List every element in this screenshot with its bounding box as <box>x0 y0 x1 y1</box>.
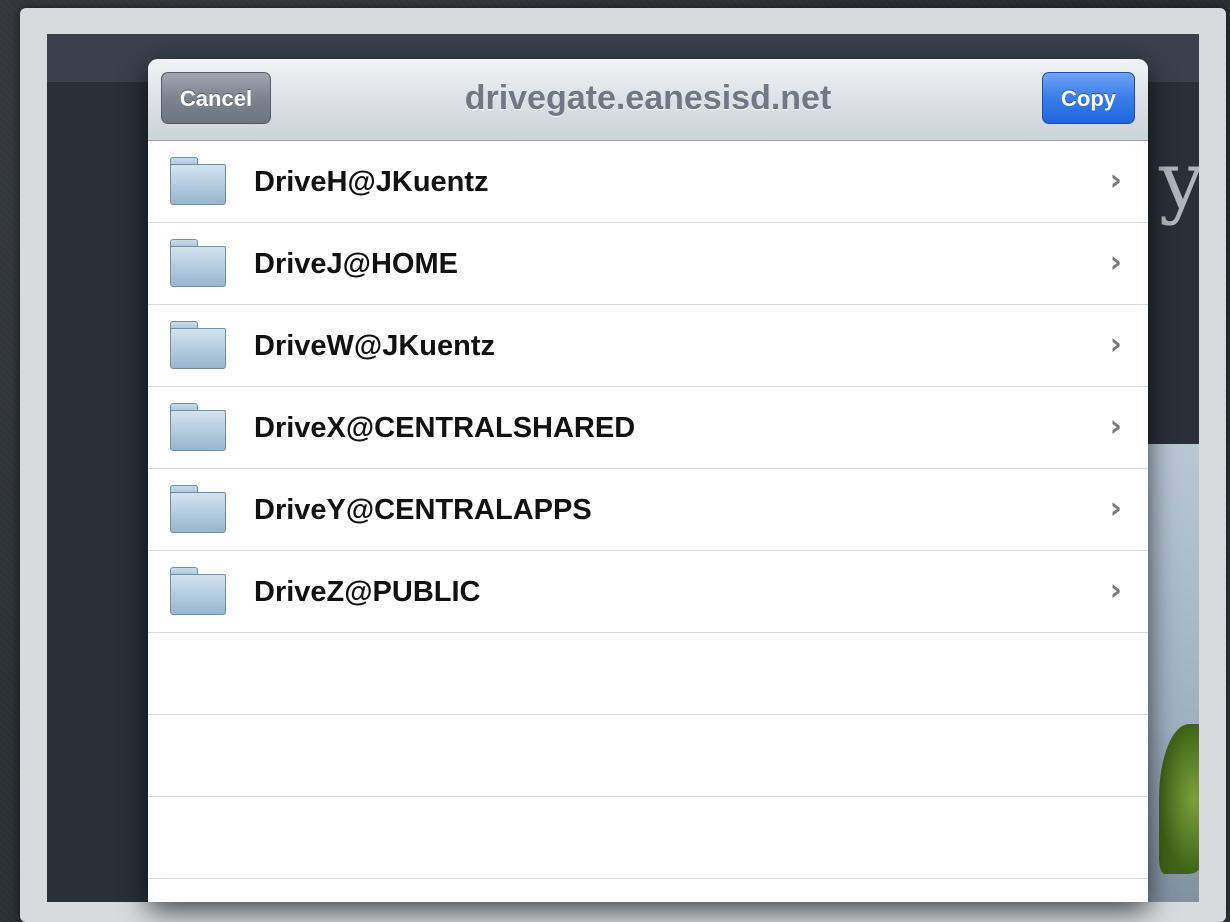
copy-destination-popover: Cancel drivegate.eanesisd.net Copy Drive… <box>148 59 1148 902</box>
list-item-label: DriveY@CENTRALAPPS <box>254 494 592 526</box>
folder-icon <box>170 157 226 205</box>
list-item-drivez[interactable]: DriveZ@PUBLIC › <box>148 551 1148 633</box>
folder-icon <box>170 321 226 369</box>
list-item-driveh[interactable]: DriveH@JKuentz › <box>148 141 1148 223</box>
chevron-right-icon: › <box>1109 409 1122 444</box>
folder-icon <box>170 239 226 287</box>
folder-list: DriveH@JKuentz › DriveJ@HOME › DriveW@JK… <box>148 141 1148 879</box>
empty-row <box>148 715 1148 797</box>
page-title: drivegate.eanesisd.net <box>464 79 832 117</box>
copy-button[interactable]: Copy <box>1042 72 1135 124</box>
list-item-label: DriveJ@HOME <box>254 248 458 280</box>
folder-icon <box>170 485 226 533</box>
empty-row <box>148 797 1148 879</box>
navigation-bar: Cancel drivegate.eanesisd.net Copy <box>148 59 1148 141</box>
list-item-label: DriveZ@PUBLIC <box>254 576 481 608</box>
folder-icon <box>170 567 226 615</box>
list-item-label: DriveH@JKuentz <box>254 166 489 198</box>
chevron-right-icon: › <box>1109 327 1122 362</box>
list-item-drivey[interactable]: DriveY@CENTRALAPPS › <box>148 469 1148 551</box>
chevron-right-icon: › <box>1109 245 1122 280</box>
list-item-label: DriveW@JKuentz <box>254 330 495 362</box>
list-item-label: DriveX@CENTRALSHARED <box>254 412 636 444</box>
empty-row <box>148 633 1148 715</box>
list-item-drivex[interactable]: DriveX@CENTRALSHARED › <box>148 387 1148 469</box>
list-item-drivew[interactable]: DriveW@JKuentz › <box>148 305 1148 387</box>
folder-icon <box>170 403 226 451</box>
chevron-right-icon: › <box>1109 163 1122 198</box>
list-item-drivej[interactable]: DriveJ@HOME › <box>148 223 1148 305</box>
chevron-right-icon: › <box>1109 491 1122 526</box>
background-decoration: y <box>1159 134 1199 227</box>
chevron-right-icon: › <box>1109 573 1122 608</box>
